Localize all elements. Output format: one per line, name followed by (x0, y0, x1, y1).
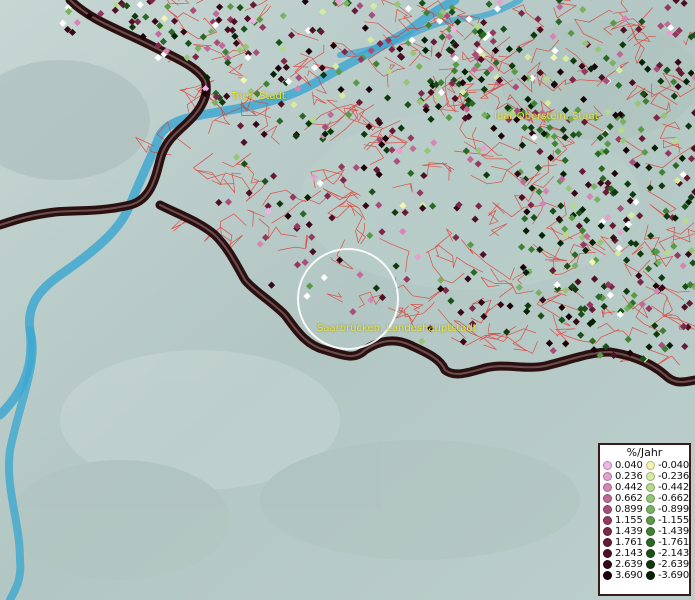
legend-row: 2.639 (603, 559, 646, 570)
legend-value: -0.899 (657, 504, 689, 515)
legend-swatch (645, 494, 655, 503)
legend-row: -2.639 (645, 559, 689, 570)
legend-value: -2.143 (657, 548, 689, 559)
legend-row: 0.040 (603, 460, 646, 471)
legend-swatch (603, 549, 612, 558)
legend-row: -0.899 (645, 504, 689, 515)
legend-row: 0.662 (603, 493, 646, 504)
legend-swatch (603, 461, 612, 470)
legend-value: -0.040 (657, 460, 689, 471)
legend-swatch (603, 571, 612, 580)
legend-swatch (645, 549, 655, 558)
legend-value: 1.439 (615, 526, 643, 537)
legend-negative-column: -0.040 -0.236 -0.442 -0.662 -0.899 -1.155 -1.4… (645, 460, 689, 581)
legend-value: -0.662 (657, 493, 689, 504)
legend-swatch (603, 505, 612, 514)
legend-value: 2.143 (615, 548, 643, 559)
legend-value: -3.690 (657, 570, 689, 581)
legend-row: -3.690 (645, 570, 689, 581)
legend-swatch (603, 560, 612, 569)
legend-swatch (645, 516, 655, 525)
legend-row: -0.442 (645, 482, 689, 493)
legend-row: -1.439 (645, 526, 689, 537)
legend-row: 1.761 (603, 537, 646, 548)
legend-value: 3.690 (615, 570, 643, 581)
legend-value: -2.639 (657, 559, 689, 570)
legend-swatch (603, 538, 612, 547)
legend: %/Jahr 0.040 0.236 0.442 0.662 0.899 1.155 1.4… (598, 443, 691, 596)
legend-row: -0.662 (645, 493, 689, 504)
legend-row: -0.040 (645, 460, 689, 471)
legend-value: -1.155 (657, 515, 689, 526)
legend-value: -0.236 (657, 471, 689, 482)
legend-value: 0.040 (615, 460, 643, 471)
legend-swatch (645, 538, 655, 547)
legend-value: -1.439 (657, 526, 689, 537)
legend-row: -1.155 (645, 515, 689, 526)
legend-swatch (603, 472, 612, 481)
legend-value: 1.155 (615, 515, 643, 526)
legend-swatch (645, 560, 655, 569)
legend-value: -0.442 (657, 482, 689, 493)
legend-row: 1.155 (603, 515, 646, 526)
legend-value: 0.899 (615, 504, 643, 515)
legend-value: -1.761 (657, 537, 689, 548)
legend-swatch (645, 461, 655, 470)
legend-value: 0.662 (615, 493, 643, 504)
map-canvas[interactable] (0, 0, 695, 600)
legend-row: 1.439 (603, 526, 646, 537)
legend-value: 2.639 (615, 559, 643, 570)
legend-row: 3.690 (603, 570, 646, 581)
legend-swatch (645, 472, 655, 481)
legend-swatch (645, 571, 655, 580)
legend-row: 0.236 (603, 471, 646, 482)
legend-row: -0.236 (645, 471, 689, 482)
legend-swatch (645, 505, 655, 514)
legend-row: -1.761 (645, 537, 689, 548)
legend-swatch (645, 527, 655, 536)
legend-swatch (603, 483, 612, 492)
legend-value: 0.236 (615, 471, 643, 482)
legend-swatch (603, 527, 612, 536)
legend-swatch (645, 483, 655, 492)
legend-value: 1.761 (615, 537, 643, 548)
legend-positive-column: 0.040 0.236 0.442 0.662 0.899 1.155 1.439 1.761… (603, 460, 646, 581)
legend-title: %/Jahr (626, 446, 663, 459)
legend-swatch (603, 494, 612, 503)
legend-row: 0.442 (603, 482, 646, 493)
legend-value: 0.442 (615, 482, 643, 493)
legend-row: -2.143 (645, 548, 689, 559)
legend-row: 2.143 (603, 548, 646, 559)
legend-swatch (603, 516, 612, 525)
legend-row: 0.899 (603, 504, 646, 515)
